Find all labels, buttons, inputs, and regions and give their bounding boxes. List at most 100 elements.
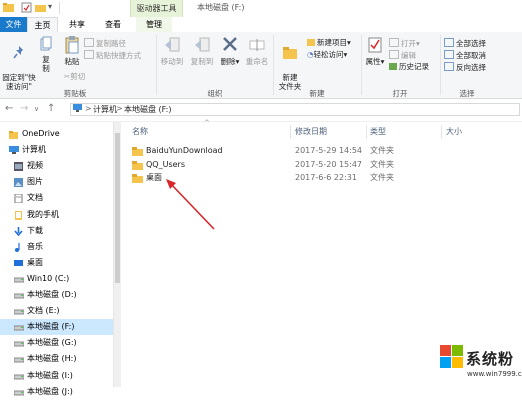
column-header-date[interactable]: 修改日期 <box>295 125 327 139</box>
sidebar-item[interactable]: 计算机 <box>0 142 113 158</box>
sidebar-item-label: 计算机 <box>22 145 46 155</box>
sidebar-item[interactable]: 桌面 <box>0 255 113 271</box>
sidebar-item[interactable]: Win10 (C:) <box>0 271 113 287</box>
open-group-label: 打开 <box>392 89 408 98</box>
sidebar-item[interactable]: 本地磁盘 (J:) <box>0 384 113 400</box>
delete-button[interactable]: 删除▾ <box>219 36 241 66</box>
new-group-label: 新建 <box>309 89 325 98</box>
select-none-button[interactable]: 全部取消 <box>444 50 486 60</box>
easy-access-button[interactable]: ◔轻松访问▾ <box>307 50 347 59</box>
cut-button[interactable]: ✂剪切 <box>64 72 85 81</box>
sidebar-item[interactable]: 本地磁盘 (I:) <box>0 368 113 384</box>
sidebar-item[interactable]: 本地磁盘 (G:) <box>0 335 113 351</box>
paste-shortcut-button[interactable]: 粘贴快捷方式 <box>84 50 141 60</box>
move-to-button[interactable]: 移动到 <box>159 36 185 66</box>
forward-arrow-icon[interactable]: → <box>20 103 28 114</box>
history-label: 历史记录 <box>399 62 429 71</box>
breadcrumb-separator: > <box>85 104 92 113</box>
drive-icon <box>13 274 25 283</box>
chevron-down-icon[interactable]: ∨ <box>34 105 39 113</box>
new-folder-icon[interactable] <box>35 2 46 13</box>
invert-selection-button[interactable]: 反向选择 <box>444 62 486 72</box>
sidebar-item[interactable]: 本地磁盘 (F:) <box>0 319 113 336</box>
tab-share[interactable]: 共享 <box>62 17 92 32</box>
folder-icon[interactable] <box>3 2 14 13</box>
breadcrumb-drive[interactable]: 本地磁盘 (F:) <box>124 104 171 115</box>
properties-icon[interactable] <box>21 2 32 13</box>
sidebar-item[interactable]: 视频 <box>0 158 113 174</box>
chevron-down-icon[interactable]: ▾ <box>48 2 52 11</box>
sidebar-item[interactable]: 下载 <box>0 223 113 239</box>
open-button[interactable]: 打开▾ <box>389 38 420 48</box>
drive-icon <box>13 338 25 347</box>
sidebar-item[interactable]: OneDrive <box>0 126 113 142</box>
window-title: 本地磁盘 (F:) <box>197 3 245 12</box>
tab-home[interactable]: 主页 <box>27 17 58 33</box>
history-button[interactable]: 历史记录 <box>389 62 429 71</box>
sidebar-item[interactable]: 我的手机 <box>0 207 113 223</box>
new-item-icon <box>307 39 315 46</box>
sidebar-item-label: 本地磁盘 (D:) <box>27 290 77 299</box>
sidebar-item-label: 文档 (E:) <box>27 306 60 316</box>
sort-chevron-up-icon: ^ <box>204 119 210 127</box>
properties-button[interactable]: 属性▾ <box>364 36 386 66</box>
edit-button[interactable]: 编辑 <box>389 50 416 60</box>
watermark-text: 系统粉 <box>466 350 515 368</box>
properties-label: 属性 <box>365 57 381 66</box>
chevron-down-icon: ▾ <box>380 57 385 66</box>
new-folder-icon <box>283 47 297 59</box>
copy-button[interactable]: 复制 <box>39 36 53 73</box>
sidebar-item-label: 本地磁盘 (I:) <box>27 370 73 380</box>
column-header-size[interactable]: 大小 <box>446 125 462 139</box>
select-none-label: 全部取消 <box>456 51 486 60</box>
column-header-name[interactable]: 名称 <box>132 125 148 139</box>
new-item-label: 新建项目 <box>317 38 347 47</box>
edit-icon <box>389 50 399 59</box>
sidebar-item-label: 视频 <box>27 161 43 171</box>
column-header-type[interactable]: 类型 <box>370 125 386 139</box>
rename-button[interactable]: 重命名 <box>243 36 271 66</box>
sidebar-item[interactable]: 音乐 <box>0 239 113 255</box>
tab-file[interactable]: 文件 <box>0 17 27 32</box>
drive-icon <box>13 387 25 396</box>
new-item-button[interactable]: 新建项目▾ <box>307 38 351 47</box>
copy-to-button[interactable]: 复制到 <box>189 36 215 66</box>
sidebar-item[interactable]: 文档 (E:) <box>0 303 113 319</box>
divider <box>156 35 157 95</box>
sidebar-item[interactable]: 本地磁盘 (H:) <box>0 351 113 367</box>
sidebar-item[interactable]: 本地磁盘 (D:) <box>0 287 113 303</box>
paste-button[interactable]: 粘贴 <box>62 36 82 66</box>
sidebar-item-label: 桌面 <box>27 257 43 267</box>
title-bar <box>0 0 522 17</box>
download-icon <box>14 226 23 236</box>
tab-manage[interactable]: 管理 <box>136 17 172 32</box>
copy-path-button[interactable]: 复制路径 <box>84 38 126 48</box>
invert-selection-icon <box>444 62 454 71</box>
new-folder-button[interactable]: 新建 文件夹 <box>276 36 304 91</box>
divider <box>366 125 367 139</box>
divider <box>59 2 60 14</box>
move-to-icon <box>165 37 180 52</box>
divider <box>361 35 362 95</box>
select-all-label: 全部选择 <box>456 39 486 48</box>
pin-quick-access-button[interactable]: 固定到"快 速访问" <box>1 36 37 91</box>
drive-icon <box>13 354 25 363</box>
tab-view[interactable]: 查看 <box>98 17 128 32</box>
watermark-url: www.win7999.com <box>467 370 522 378</box>
breadcrumb-separator: > <box>116 104 123 113</box>
up-arrow-icon[interactable]: ↑ <box>47 103 55 114</box>
windows-logo-icon <box>440 345 463 368</box>
easy-access-label: 轻松访问 <box>313 50 344 59</box>
cut-label: 剪切 <box>70 72 86 81</box>
select-all-button[interactable]: 全部选择 <box>444 38 486 48</box>
sidebar-item[interactable]: 文档 <box>0 190 113 206</box>
sidebar-item[interactable]: 图片 <box>0 174 113 190</box>
computer-icon <box>9 145 19 155</box>
drive-icon <box>13 322 25 331</box>
breadcrumb-computer[interactable]: 计算机 <box>93 104 117 115</box>
nav-scrollbar-thumb[interactable] <box>115 133 120 283</box>
back-arrow-icon[interactable]: ← <box>5 103 13 114</box>
sidebar-item-label: 图片 <box>27 177 43 187</box>
copy-icon <box>40 36 52 51</box>
select-none-icon <box>444 50 454 59</box>
